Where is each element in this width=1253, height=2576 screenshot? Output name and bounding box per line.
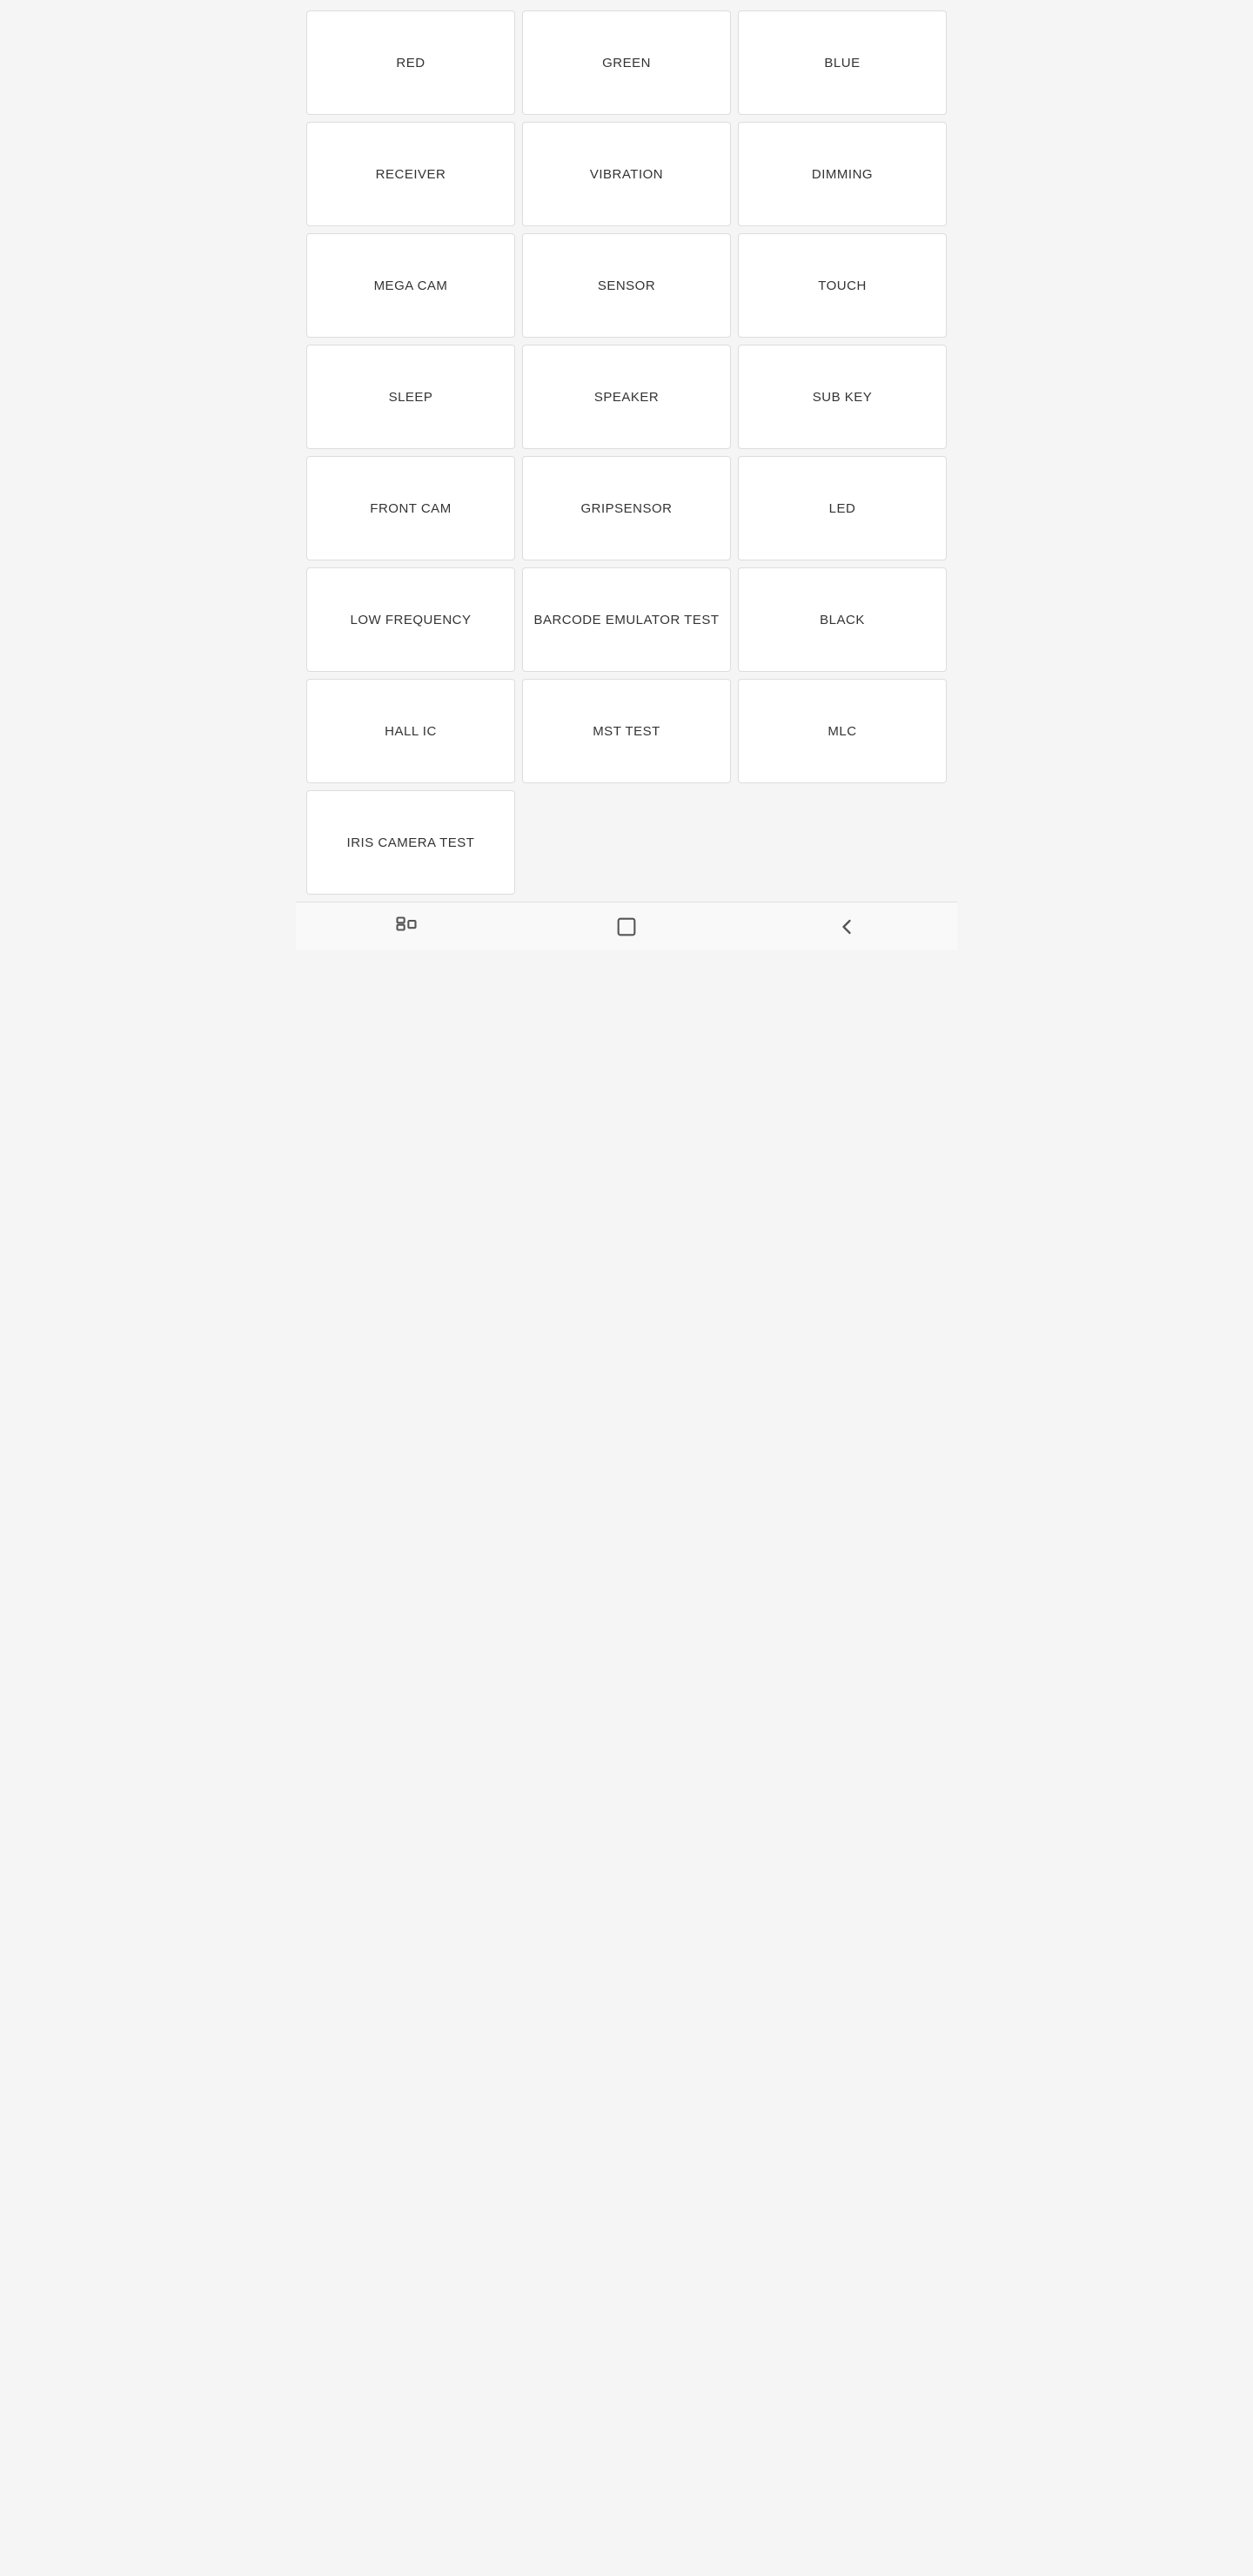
grid-item-sub-key[interactable]: SUB KEY (738, 345, 947, 449)
grid-item-mlc[interactable]: MLC (738, 679, 947, 783)
grid-item-receiver[interactable]: RECEIVER (306, 122, 515, 226)
back-icon (834, 915, 859, 939)
grid-item-label-receiver: RECEIVER (376, 165, 446, 184)
grid-item-label-black: BLACK (820, 611, 865, 629)
grid-item-label-sleep: SLEEP (389, 388, 433, 406)
back-button[interactable] (825, 905, 868, 949)
recent-apps-button[interactable] (385, 905, 428, 949)
grid-item-dimming[interactable]: DIMMING (738, 122, 947, 226)
grid-item-label-iris-camera-test: IRIS CAMERA TEST (347, 834, 475, 852)
grid-item-iris-camera-test[interactable]: IRIS CAMERA TEST (306, 790, 515, 895)
grid-item-label-sensor: SENSOR (598, 277, 655, 295)
grid-item-label-sub-key: SUB KEY (813, 388, 873, 406)
grid-item-label-mst-test: MST TEST (593, 722, 660, 741)
grid-item-label-red: RED (396, 54, 425, 72)
grid-item-label-speaker: SPEAKER (594, 388, 659, 406)
grid-item-sleep[interactable]: SLEEP (306, 345, 515, 449)
grid-item-label-barcode-emulator-test: BARCODE EMULATOR TEST (533, 611, 719, 629)
grid-item-label-mega-cam: MEGA CAM (374, 277, 448, 295)
grid-container: RED GREEN BLUE RECEIVER VIBRATION DIMMING MEGA… (296, 0, 957, 895)
grid-item-label-gripsensor: GRIPSENSOR (580, 500, 672, 518)
grid-item-mst-test[interactable]: MST TEST (522, 679, 731, 783)
grid-item-red[interactable]: RED (306, 10, 515, 115)
nav-bar (296, 902, 957, 950)
grid-item-vibration[interactable]: VIBRATION (522, 122, 731, 226)
grid-item-label-led: LED (829, 500, 856, 518)
grid-item-barcode-emulator-test[interactable]: BARCODE EMULATOR TEST (522, 567, 731, 672)
grid-item-mega-cam[interactable]: MEGA CAM (306, 233, 515, 338)
grid-item-black[interactable]: BLACK (738, 567, 947, 672)
grid-item-label-vibration: VIBRATION (590, 165, 663, 184)
recent-apps-icon (394, 915, 419, 939)
grid-item-label-blue: BLUE (824, 54, 860, 72)
grid-item-label-touch: TOUCH (818, 277, 867, 295)
grid-item-label-dimming: DIMMING (812, 165, 873, 184)
grid-item-label-hall-ic: HALL IC (385, 722, 437, 741)
home-button[interactable] (605, 905, 648, 949)
grid-item-sensor[interactable]: SENSOR (522, 233, 731, 338)
grid-item-label-low-frequency: LOW FREQUENCY (350, 611, 471, 629)
grid-item-front-cam[interactable]: FRONT CAM (306, 456, 515, 560)
grid-item-gripsensor[interactable]: GRIPSENSOR (522, 456, 731, 560)
grid-item-blue[interactable]: BLUE (738, 10, 947, 115)
home-icon (614, 915, 639, 939)
grid-item-green[interactable]: GREEN (522, 10, 731, 115)
grid-item-hall-ic[interactable]: HALL IC (306, 679, 515, 783)
grid-item-label-green: GREEN (602, 54, 651, 72)
grid-item-touch[interactable]: TOUCH (738, 233, 947, 338)
grid-item-low-frequency[interactable]: LOW FREQUENCY (306, 567, 515, 672)
grid-item-label-front-cam: FRONT CAM (370, 500, 451, 518)
grid-item-led[interactable]: LED (738, 456, 947, 560)
grid-item-speaker[interactable]: SPEAKER (522, 345, 731, 449)
grid-item-label-mlc: MLC (828, 722, 856, 741)
